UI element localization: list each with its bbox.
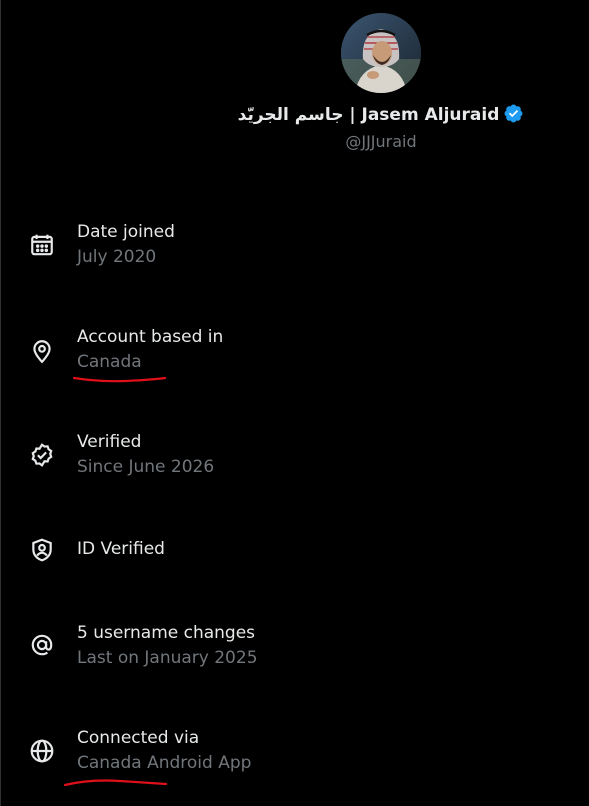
info-value: Canada (77, 352, 142, 372)
info-value: July 2020 (77, 247, 157, 267)
info-label: Date joined (77, 222, 175, 242)
at-sign-icon (29, 632, 55, 658)
info-value: Since June 2026 (77, 457, 215, 477)
globe-icon (29, 738, 55, 764)
red-annotation-underline (72, 376, 167, 383)
info-label: Account based in (77, 327, 224, 347)
info-label: 5 username changes (77, 623, 256, 643)
info-item-verified: Verified Since June 2026 (0, 430, 589, 490)
profile-header: جاسم الجريّد | Jasem Aljuraid @JJJuraid (0, 0, 589, 170)
info-item-date-joined: Date joined July 2020 (0, 220, 589, 280)
info-label: ID Verified (77, 539, 165, 559)
info-value: Last on January 2025 (77, 648, 258, 668)
verified-badge-icon[interactable] (503, 103, 524, 124)
info-item-id-verified: ID Verified (0, 535, 589, 595)
avatar[interactable] (341, 13, 421, 93)
location-pin-icon (29, 338, 55, 364)
id-shield-icon (29, 537, 55, 563)
info-item-username-changes: 5 username changes Last on January 2025 (0, 621, 589, 681)
verified-badge-icon (29, 442, 55, 468)
display-name: جاسم الجريّد | Jasem Aljuraid (237, 105, 500, 125)
username-handle: @JJJuraid (345, 132, 417, 151)
calendar-icon (29, 232, 55, 258)
info-label: Verified (77, 432, 142, 452)
info-label: Connected via (77, 728, 200, 748)
display-name-row: جاسم الجريّد | Jasem Aljuraid (0, 103, 589, 125)
red-annotation-underline (63, 779, 168, 787)
info-value: Canada Android App (77, 753, 252, 773)
